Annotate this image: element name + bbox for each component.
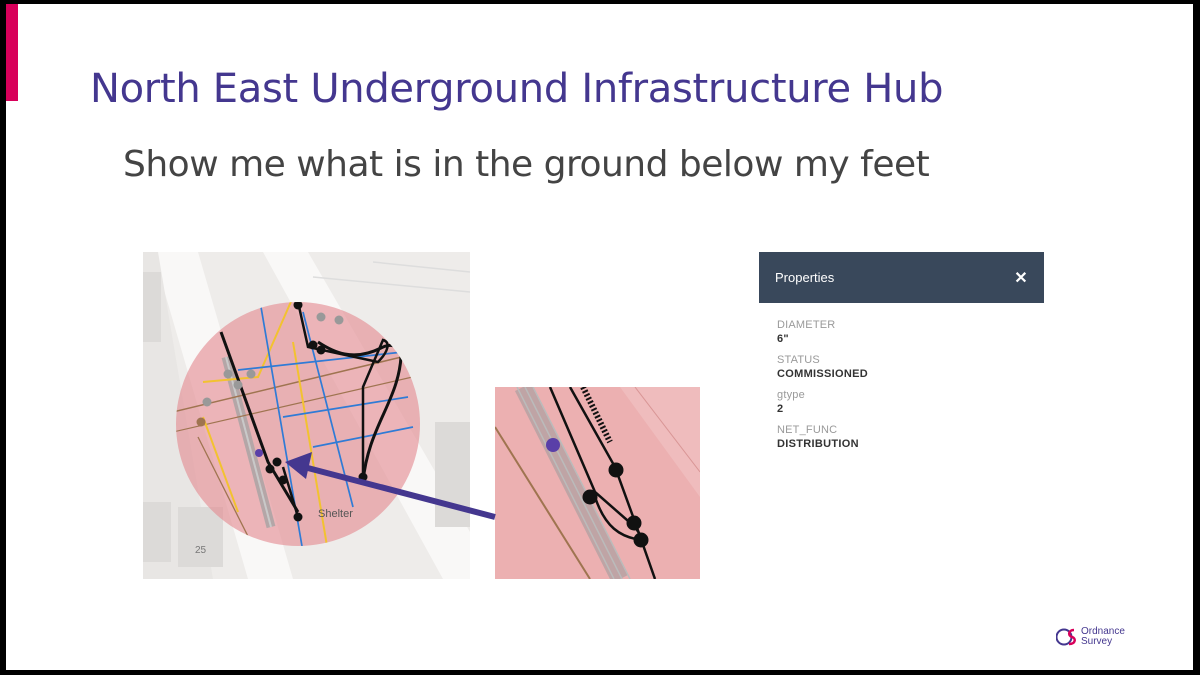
slide-title: North East Underground Infrastructure Hu… <box>90 66 944 112</box>
building <box>143 272 161 342</box>
ordnance-survey-logo: Ordnance Survey <box>1056 626 1125 648</box>
os-logo-icon <box>1056 628 1076 646</box>
close-icon[interactable]: ✕ <box>1012 268 1030 288</box>
property-value: 6" <box>777 333 789 345</box>
property-key: DIAMETER <box>777 319 836 331</box>
property-key: gtype <box>777 389 805 401</box>
property-diameter: DIAMETER 6" <box>777 319 1026 345</box>
properties-body: DIAMETER 6" STATUS COMMISSIONED gtype 2 … <box>759 303 1044 475</box>
properties-header: Properties ✕ <box>759 252 1044 303</box>
map-main[interactable]: 25 Shelter <box>143 252 470 579</box>
house-number-label: 25 <box>195 545 207 556</box>
slide-subtitle: Show me what is in the ground below my f… <box>123 144 930 185</box>
properties-panel: Properties ✕ DIAMETER 6" STATUS COMMISSI… <box>759 252 1044 492</box>
property-value: COMMISSIONED <box>777 368 868 380</box>
building <box>143 502 171 562</box>
property-gtype: gtype 2 <box>777 389 1026 415</box>
accent-bar <box>6 4 18 101</box>
slide: North East Underground Infrastructure Hu… <box>6 4 1193 670</box>
property-value: 2 <box>777 403 784 415</box>
property-net-func: NET_FUNC DISTRIBUTION <box>777 424 1026 450</box>
properties-title: Properties <box>775 270 835 285</box>
logo-text-line2: Survey <box>1081 636 1113 647</box>
property-status: STATUS COMMISSIONED <box>777 354 1026 380</box>
property-value: DISTRIBUTION <box>777 438 859 450</box>
property-key: NET_FUNC <box>777 424 838 436</box>
map-zoom-inset[interactable] <box>495 387 700 579</box>
building <box>435 422 470 527</box>
shelter-label: Shelter <box>318 508 353 520</box>
property-key: STATUS <box>777 354 820 366</box>
building <box>178 507 223 567</box>
